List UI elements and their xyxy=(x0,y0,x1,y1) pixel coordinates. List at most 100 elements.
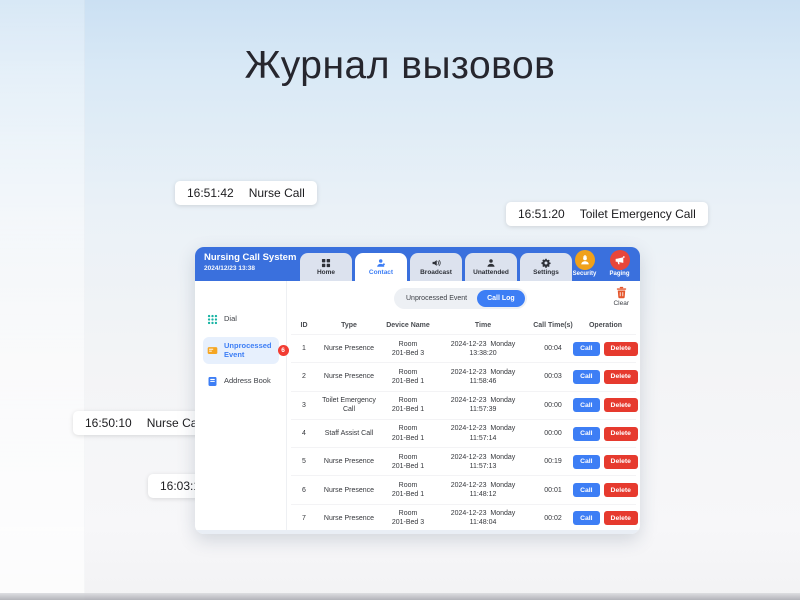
toggle-call-log[interactable]: Call Log xyxy=(477,290,525,307)
toggle-unprocessed-event[interactable]: Unprocessed Event xyxy=(396,290,477,307)
call-button[interactable]: Call xyxy=(573,483,599,497)
time-date-line: 2024-12-23 Monday xyxy=(451,368,516,377)
table-header-row: IDTypeDevice NameTimeCall Time(s)Operati… xyxy=(291,317,636,334)
cell-type: Staff Assist Call xyxy=(322,429,377,438)
corner-button-label: Security xyxy=(573,271,597,277)
chip-time: 16:50:10 xyxy=(85,416,132,430)
background-bottom-strip xyxy=(0,593,800,600)
delete-button[interactable]: Delete xyxy=(604,342,638,356)
time-clock-line: 11:58:46 xyxy=(451,377,516,386)
time-clock-line: 11:57:39 xyxy=(451,405,516,414)
device-room-line: Room xyxy=(392,340,424,349)
tab-label: Settings xyxy=(533,269,559,276)
device-bed-line: 201-Bed 3 xyxy=(392,518,424,527)
cell-time: 2024-12-23 Monday11:57:13 xyxy=(451,453,516,471)
sidebar-item-label: Address Book xyxy=(224,377,275,386)
paging-circle xyxy=(610,250,630,270)
cell-time: 2024-12-23 Monday11:58:46 xyxy=(451,368,516,386)
call-button[interactable]: Call xyxy=(573,398,599,412)
cell-device-name: Room201-Bed 1 xyxy=(392,368,424,386)
security-button[interactable]: Security xyxy=(569,250,600,277)
device-bed-line: 201-Bed 3 xyxy=(392,349,424,358)
device-room-line: Room xyxy=(392,396,424,405)
security-person-icon xyxy=(579,254,591,266)
page-title: Журнал вызовов xyxy=(0,44,800,88)
call-button[interactable]: Call xyxy=(573,370,599,384)
time-clock-line: 11:48:04 xyxy=(451,518,516,527)
time-date-line: 2024-12-23 Monday xyxy=(451,396,516,405)
cell-time: 2024-12-23 Monday13:38:20 xyxy=(451,340,516,358)
delete-button[interactable]: Delete xyxy=(604,511,638,525)
cell-type: Nurse Presence xyxy=(321,372,377,381)
delete-button[interactable]: Delete xyxy=(604,370,638,384)
time-clock-line: 11:57:13 xyxy=(451,462,516,471)
cell-call-duration: 00:01 xyxy=(544,487,562,494)
call-log-table: IDTypeDevice NameTimeCall Time(s)Operati… xyxy=(291,317,636,532)
sidebar-item-unprocessed-event[interactable]: Unprocessed Event6 xyxy=(203,337,279,364)
device-room-line: Room xyxy=(392,368,424,377)
tab-broadcast[interactable]: Broadcast xyxy=(410,253,462,281)
desktop-background: Журнал вызовов 16:51:42Nurse Call16:51:2… xyxy=(0,0,800,600)
column-header-id: ID xyxy=(301,322,308,329)
cell-time: 2024-12-23 Monday11:48:12 xyxy=(451,481,516,499)
paging-megaphone-icon xyxy=(614,254,626,266)
tab-contact[interactable]: Contact xyxy=(355,253,407,281)
cell-id: 3 xyxy=(302,402,306,409)
sidebar: Dial Unprocessed Event6 Address Book xyxy=(195,281,287,530)
cell-type: Nurse Presence xyxy=(321,457,377,466)
table-row: 3 Toilet Emergency Call Room201-Bed 1 2024-… xyxy=(291,391,636,419)
cell-call-duration: 00:03 xyxy=(544,373,562,380)
paging-button[interactable]: Paging xyxy=(604,250,635,277)
chip-label: Toilet Emergency Call xyxy=(580,207,696,221)
trash-icon xyxy=(615,286,628,299)
sidebar-item-label: Dial xyxy=(224,315,275,324)
tab-label: Home xyxy=(317,269,335,276)
table-row: 4Staff Assist CallRoom201-Bed 12024-12-2… xyxy=(291,419,636,447)
delete-button[interactable]: Delete xyxy=(604,427,638,441)
tab-label: Unattended xyxy=(473,269,509,276)
corner-buttons: Security Paging xyxy=(569,250,635,277)
tab-label: Contact xyxy=(369,269,393,276)
nursing-call-system-window: Nursing Call System 2024/12/23 13:38 Hom… xyxy=(195,247,640,534)
tab-unattended[interactable]: Unattended xyxy=(465,253,517,281)
call-button[interactable]: Call xyxy=(573,427,599,441)
nav-tabs: Home Contact Broadcast Unattended Settings xyxy=(300,253,572,281)
delete-button[interactable]: Delete xyxy=(604,455,638,469)
cell-call-duration: 00:00 xyxy=(544,402,562,409)
chip-label: Nurse Call xyxy=(249,186,305,200)
delete-button[interactable]: Delete xyxy=(604,483,638,497)
tab-settings[interactable]: Settings xyxy=(520,253,572,281)
tab-home[interactable]: Home xyxy=(300,253,352,281)
cell-operation: Call Delete xyxy=(573,511,638,525)
call-button[interactable]: Call xyxy=(573,342,599,356)
call-notification-chip: 16:50:10Nurse Call xyxy=(73,411,215,435)
device-bed-line: 201-Bed 1 xyxy=(392,434,424,443)
cell-id: 1 xyxy=(302,345,306,352)
delete-button[interactable]: Delete xyxy=(604,398,638,412)
device-bed-line: 201-Bed 1 xyxy=(392,405,424,414)
cell-call-duration: 00:02 xyxy=(544,515,562,522)
table-row: 2Nurse PresenceRoom201-Bed 12024-12-23 M… xyxy=(291,362,636,390)
table-row: 7Nurse PresenceRoom201-Bed 32024-12-23 M… xyxy=(291,504,636,532)
app-header: Nursing Call System 2024/12/23 13:38 Hom… xyxy=(195,247,640,281)
cell-operation: Call Delete xyxy=(573,455,638,469)
call-button[interactable]: Call xyxy=(573,455,599,469)
table-row: 6Nurse PresenceRoom201-Bed 12024-12-23 M… xyxy=(291,475,636,503)
app-title: Nursing Call System xyxy=(204,252,296,263)
cell-operation: Call Delete xyxy=(573,342,638,356)
address-book-icon xyxy=(207,376,218,387)
cell-type: Toilet Emergency Call xyxy=(317,396,381,414)
contact-person-icon xyxy=(376,258,386,268)
sidebar-item-address-book[interactable]: Address Book xyxy=(203,371,279,392)
clear-button[interactable]: Clear xyxy=(613,286,629,307)
device-bed-line: 201-Bed 1 xyxy=(392,490,424,499)
call-button[interactable]: Call xyxy=(573,511,599,525)
cell-device-name: Room201-Bed 3 xyxy=(392,509,424,527)
column-header-type: Type xyxy=(341,322,357,329)
sidebar-item-dial[interactable]: Dial xyxy=(203,309,279,330)
cell-id: 7 xyxy=(302,515,306,522)
cell-device-name: Room201-Bed 1 xyxy=(392,453,424,471)
cell-operation: Call Delete xyxy=(573,483,638,497)
cell-type: Nurse Presence xyxy=(321,514,377,523)
device-room-line: Room xyxy=(392,453,424,462)
